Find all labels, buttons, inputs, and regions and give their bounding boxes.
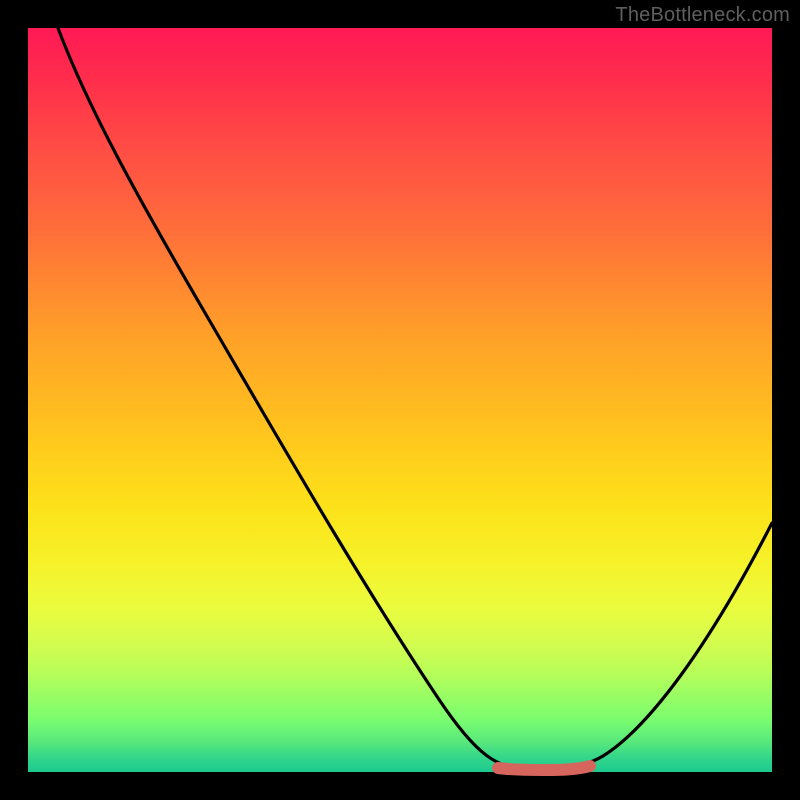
bottleneck-curve xyxy=(58,28,772,769)
optimal-range-marker xyxy=(498,766,590,770)
curve-svg xyxy=(28,28,772,772)
chart-frame: TheBottleneck.com xyxy=(0,0,800,800)
plot-area xyxy=(28,28,772,772)
attribution-label: TheBottleneck.com xyxy=(615,4,790,27)
